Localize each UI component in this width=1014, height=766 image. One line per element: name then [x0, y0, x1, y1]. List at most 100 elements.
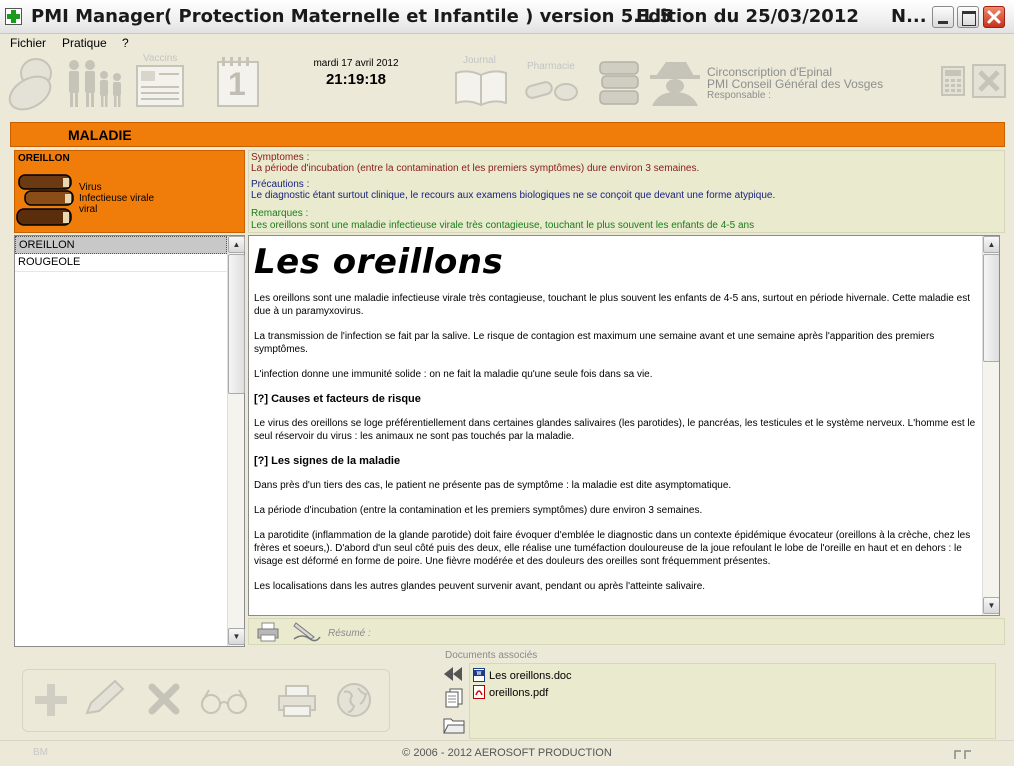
- action-toolbar: [22, 669, 390, 732]
- vaccins-label: Vaccins: [143, 53, 178, 64]
- document-view[interactable]: Les oreillons Les oreillons sont une mal…: [248, 235, 1000, 616]
- glasses-icon: [201, 689, 247, 714]
- assoc-docs-list[interactable]: W Les oreillons.doc oreillons.pdf: [469, 663, 996, 739]
- pharmacie-label: Pharmacie: [527, 61, 575, 72]
- quit-x-icon: [972, 64, 1006, 98]
- copyright: © 2006 - 2012 AEROSOFT PRODUCTION: [402, 747, 612, 759]
- library-button[interactable]: [598, 58, 642, 108]
- resize-grip-icon[interactable]: [953, 749, 973, 761]
- doc-paragraph: Les oreillons sont une maladie infectieu…: [254, 293, 970, 317]
- window-edition: Edition du 25/03/2012: [636, 6, 859, 27]
- pen-paper-icon: [293, 622, 321, 642]
- pdf-icon: [473, 685, 485, 699]
- baby-icon: [8, 58, 52, 111]
- doc-paragraph: Le virus des oreillons se loge préférent…: [254, 418, 976, 442]
- disease-info-panel: Symptomes : La période d'incubation (ent…: [248, 150, 1005, 233]
- documents-icon: [445, 688, 463, 708]
- quit-button[interactable]: [972, 64, 1006, 98]
- current-time: 21:19:18: [325, 71, 387, 88]
- copy-doc-button[interactable]: [445, 688, 463, 711]
- section-title: MALADIE: [68, 127, 132, 143]
- scroll-thumb[interactable]: [228, 254, 245, 394]
- web-button[interactable]: [336, 682, 372, 721]
- main-window: PMI Manager( Protection Maternelle et In…: [0, 0, 1014, 766]
- document-title: Les oreillons: [254, 242, 504, 282]
- edit-resume-button[interactable]: [292, 621, 322, 646]
- scroll-up-button[interactable]: ▲: [983, 236, 999, 253]
- printer-icon: [257, 622, 279, 642]
- detective-icon: [650, 62, 700, 106]
- resume-label: Résumé :: [328, 628, 371, 639]
- scroll-up-button[interactable]: ▲: [228, 236, 245, 253]
- disease-list[interactable]: OREILLON ROUGEOLE ▲ ▼: [14, 235, 245, 647]
- vaccins-button[interactable]: [136, 65, 184, 107]
- family-button[interactable]: [66, 57, 126, 109]
- calculator-icon: [941, 66, 965, 96]
- svg-text:W: W: [477, 671, 482, 677]
- vaccine-card-icon: [136, 65, 184, 107]
- printer-icon: [278, 685, 316, 717]
- doc-paragraph: La transmission de l'infection se fait p…: [254, 331, 935, 355]
- add-button[interactable]: [33, 682, 69, 721]
- org-responsable: Responsable :: [707, 90, 771, 101]
- calculator-button[interactable]: [941, 66, 965, 96]
- folder-icon: [443, 718, 465, 734]
- list-item[interactable]: ROUGEOLE: [15, 254, 227, 272]
- doc-paragraph: La période d'incubation (entre la contam…: [254, 505, 703, 516]
- window-title-truncated: N...: [891, 6, 927, 27]
- disease-card: OREILLON Virus Infectieuse virale viral: [14, 150, 245, 233]
- list-scrollbar[interactable]: ▲ ▼: [227, 236, 245, 646]
- menu-help[interactable]: ?: [122, 36, 129, 50]
- rewind-icon: [444, 667, 462, 681]
- doc-paragraph: L'infection donne une immunité solide : …: [254, 369, 653, 380]
- current-date: mardi 17 avril 2012: [313, 58, 399, 69]
- word-doc-icon: W: [473, 668, 485, 682]
- list-item[interactable]: OREILLON: [15, 236, 227, 254]
- open-folder-button[interactable]: [443, 716, 465, 737]
- calendar-day: 1: [228, 66, 246, 102]
- disease-name: OREILLON: [18, 153, 70, 164]
- pills-icon: [525, 81, 578, 101]
- calendar-button[interactable]: 1: [216, 56, 260, 108]
- document-scrollbar[interactable]: ▲ ▼: [982, 236, 999, 615]
- doc-paragraph: La parotidite (inflammation de la glande…: [254, 530, 971, 567]
- symptomes-text: La période d'incubation (entre la contam…: [251, 163, 700, 174]
- journal-button[interactable]: [454, 67, 508, 107]
- pdf-file-item[interactable]: oreillons.pdf: [473, 685, 548, 699]
- scroll-down-button[interactable]: ▼: [983, 597, 999, 614]
- print-button[interactable]: [257, 622, 279, 645]
- open-book-icon: [455, 70, 507, 107]
- close-icon: [987, 10, 1001, 24]
- pharmacie-button[interactable]: [524, 76, 580, 104]
- menu-bar: Fichier Pratique ?: [0, 34, 1014, 52]
- status-bar: BM © 2006 - 2012 AEROSOFT PRODUCTION: [0, 740, 1014, 766]
- detective-button[interactable]: [648, 60, 702, 106]
- books-stack-icon: [16, 174, 74, 226]
- print-list-button[interactable]: [277, 684, 317, 721]
- scroll-thumb[interactable]: [983, 254, 999, 362]
- family-icon: [69, 60, 121, 107]
- menu-fichier[interactable]: Fichier: [10, 36, 46, 50]
- doc-file-item[interactable]: W Les oreillons.doc: [473, 668, 572, 682]
- doc-heading-signes: [?] Les signes de la maladie: [254, 455, 401, 467]
- title-bar[interactable]: PMI Manager( Protection Maternelle et In…: [0, 0, 1014, 34]
- precautions-label: Précautions :: [251, 179, 310, 190]
- scroll-down-button[interactable]: ▼: [228, 628, 245, 645]
- toolbar: Vaccins 1 mardi 17 avril 2012 21:19:18 J…: [0, 52, 1014, 118]
- close-button[interactable]: [983, 6, 1005, 28]
- delete-button[interactable]: [148, 683, 180, 718]
- doc-paragraph: Les localisations dans les autres glande…: [254, 581, 706, 592]
- menu-pratique[interactable]: Pratique: [62, 36, 107, 50]
- baby-button[interactable]: [6, 55, 58, 111]
- edit-button[interactable]: [81, 679, 125, 722]
- precautions-text: Le diagnostic étant surtout clinique, le…: [251, 190, 776, 201]
- window-title: PMI Manager( Protection Maternelle et In…: [31, 6, 672, 27]
- doc-paragraph: Dans près d'un tiers des cas, le patient…: [254, 480, 732, 491]
- back-button[interactable]: [443, 666, 463, 685]
- minimize-button[interactable]: [932, 6, 954, 28]
- view-button[interactable]: [199, 686, 249, 717]
- maximize-button[interactable]: [957, 6, 979, 28]
- disease-type-line: Virus: [79, 182, 102, 193]
- remarques-label: Remarques :: [251, 208, 309, 219]
- globe-icon: [337, 683, 371, 717]
